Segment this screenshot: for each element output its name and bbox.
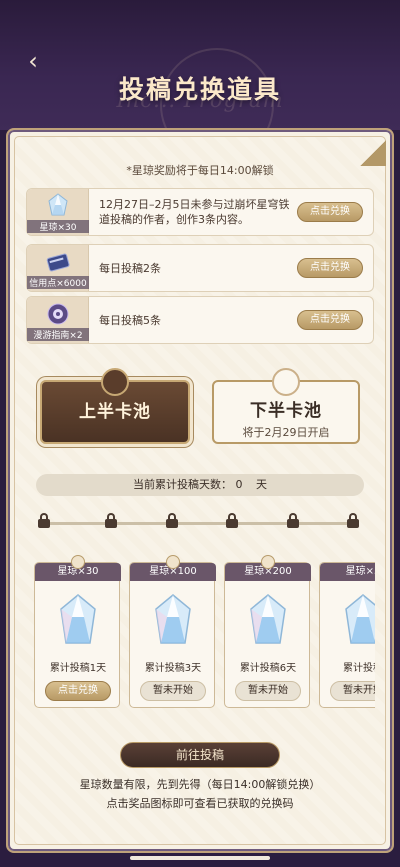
travel-guide-icon [47, 303, 69, 325]
days-unit: 天 [256, 478, 267, 491]
star-jade-icon [48, 193, 68, 216]
star-jade-icon[interactable] [338, 593, 375, 649]
task-description: 每日投稿5条 [99, 313, 161, 327]
milestone-card-partial: 星琼×3 累计投稿 暂未开始 [319, 562, 375, 708]
milestone-card: 星琼×30 累计投稿1天 点击兑换 [34, 555, 121, 708]
reward-icon-box[interactable]: 星琼×30 [27, 189, 89, 235]
unlock-notice: *星琼奖励将于每日14:00解锁 [126, 164, 274, 177]
milestone-not-started-button[interactable]: 暂未开始 [140, 681, 206, 701]
pool-name: 下半卡池 [250, 401, 322, 421]
milestone-not-started-button[interactable]: 暂未开始 [235, 681, 301, 701]
pool-emblem-icon [272, 368, 300, 396]
milestone-days: 累计投稿6天 [239, 663, 297, 674]
reward-icon-box[interactable]: 漫游指南×2 [27, 297, 89, 343]
tab-second-half-pool[interactable]: 下半卡池 将于2月29日开启 [212, 368, 360, 444]
emblem-icon [261, 555, 275, 569]
progress-track [44, 522, 356, 525]
reward-label: 信用点×6000 [27, 276, 89, 289]
cumulative-days-bar: 当前累计投稿天数： 0 天 [36, 474, 364, 496]
redeem-button[interactable]: 点击兑换 [297, 202, 363, 222]
credit-card-icon [46, 253, 70, 272]
redeem-button[interactable]: 点击兑换 [297, 310, 363, 330]
milestone-days: 累计投稿1天 [49, 663, 107, 674]
star-jade-icon[interactable] [243, 593, 293, 649]
milestone-days: 累计投稿3天 [144, 663, 202, 674]
emblem-icon [71, 555, 85, 569]
page-title: 投稿兑换道具 [118, 75, 281, 104]
lock-icon [165, 513, 179, 529]
reward-icon-box[interactable]: 信用点×6000 [27, 245, 89, 291]
reward-label: 漫游指南×2 [27, 328, 89, 341]
lock-icon [346, 513, 360, 529]
pool-emblem-icon [101, 368, 129, 396]
task-row-daily-2: 信用点×6000 每日投稿2条 点击兑换 [26, 244, 374, 292]
milestone-not-started-button[interactable]: 暂未开始 [330, 681, 375, 701]
lock-icon [286, 513, 300, 529]
pool-open-date: 将于2月29日开启 [242, 426, 330, 439]
lock-icon [37, 513, 51, 529]
footer-notice: 星琼数量有限，先到先得（每日14:00解锁兑换） [79, 778, 321, 791]
milestone-redeem-button[interactable]: 点击兑换 [45, 681, 111, 701]
milestone-card: 星琼×100 累计投稿3天 暂未开始 [129, 555, 216, 708]
star-jade-icon[interactable] [148, 593, 198, 649]
redeem-button[interactable]: 点击兑换 [297, 258, 363, 278]
days-value: 0 [235, 478, 243, 491]
task-description: 每日投稿2条 [99, 261, 161, 275]
lock-icon [104, 513, 118, 529]
footer-hint: 点击奖品图标即可查看已获取的兑换码 [106, 797, 294, 810]
milestone-days: 累计投稿 [343, 663, 375, 674]
star-jade-icon[interactable] [53, 593, 103, 649]
task-row-daily-5: 漫游指南×2 每日投稿5条 点击兑换 [26, 296, 374, 344]
go-to-submit-button[interactable]: 前往投稿 [120, 742, 280, 768]
days-label: 当前累计投稿天数： [133, 478, 232, 491]
emblem-icon [166, 555, 180, 569]
task-description: 12月27日–2月5日未参与过崩坏星穹铁道投稿的作者，创作3条内容。 [99, 198, 290, 226]
home-indicator[interactable] [130, 856, 270, 860]
milestone-reward: 星琼×3 [320, 563, 375, 581]
reward-label: 星琼×30 [27, 220, 89, 233]
lock-icon [225, 513, 239, 529]
tab-first-half-pool[interactable]: 上半卡池 [40, 368, 190, 444]
milestone-card: 星琼×200 累计投稿6天 暂未开始 [224, 555, 311, 708]
task-row-first-creation: 星琼×30 12月27日–2月5日未参与过崩坏星穹铁道投稿的作者，创作3条内容。… [26, 188, 374, 236]
